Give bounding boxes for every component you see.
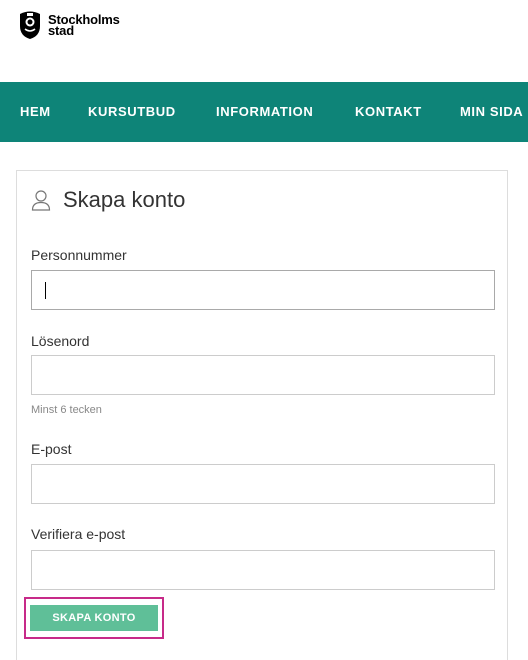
personnummer-input[interactable] bbox=[31, 270, 495, 310]
submit-highlight: SKAPA KONTO bbox=[24, 597, 164, 639]
brand-name: Stockholms stad bbox=[48, 13, 120, 37]
text-caret bbox=[45, 282, 46, 299]
losenord-label: Lösenord bbox=[31, 333, 90, 349]
password-input[interactable] bbox=[31, 355, 495, 395]
personnummer-label: Personnummer bbox=[31, 247, 127, 263]
nav-item-min-sida[interactable]: MIN SIDA bbox=[460, 82, 523, 142]
page-title: Skapa konto bbox=[63, 187, 186, 212]
verify-email-input[interactable] bbox=[31, 550, 495, 590]
main-navigation: HEM KURSUTBUD INFORMATION KONTAKT MIN SI… bbox=[0, 82, 528, 142]
user-icon bbox=[31, 190, 51, 211]
stockholms-stad-logo[interactable]: Stockholms stad bbox=[18, 10, 120, 40]
create-account-card: Skapa konto Personnummer Lösenord Minst … bbox=[16, 170, 508, 660]
verify-epost-label: Verifiera e-post bbox=[31, 526, 126, 542]
email-input[interactable] bbox=[31, 464, 495, 504]
epost-label: E-post bbox=[31, 441, 72, 457]
nav-item-kontakt[interactable]: KONTAKT bbox=[355, 82, 422, 142]
nav-item-kursutbud[interactable]: KURSUTBUD bbox=[88, 82, 176, 142]
crest-icon bbox=[20, 11, 40, 39]
nav-item-hem[interactable]: HEM bbox=[20, 82, 51, 142]
nav-item-information[interactable]: INFORMATION bbox=[216, 82, 313, 142]
card-title: Skapa konto bbox=[31, 187, 185, 213]
password-help-text: Minst 6 tecken bbox=[31, 404, 102, 416]
site-header: Stockholms stad bbox=[0, 0, 528, 82]
create-account-button[interactable]: SKAPA KONTO bbox=[30, 605, 158, 631]
